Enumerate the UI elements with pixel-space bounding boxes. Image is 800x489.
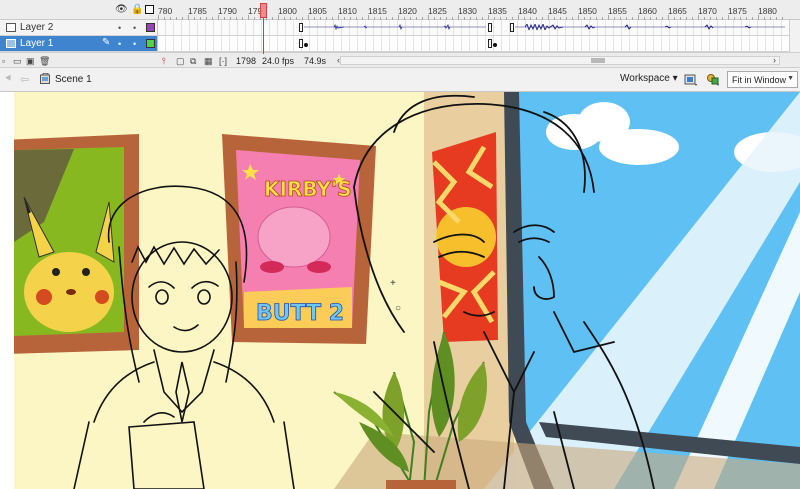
layer-name[interactable]: Layer 2 [20, 22, 53, 33]
ruler-label: 1810 [338, 6, 357, 16]
scroll-right-icon[interactable]: › [773, 55, 776, 65]
ruler-label: 1865 [668, 6, 687, 16]
visibility-dot[interactable]: • [118, 39, 121, 49]
lock-icon[interactable]: 🔒 [131, 5, 143, 15]
ruler-label: 1815 [368, 6, 387, 16]
forward-arrow-icon[interactable]: ⇦ [20, 73, 29, 86]
timeline-panel: 👁 🔒 780 1785 1790 1795 1800 1805 1810 1815 1820 1… [0, 0, 800, 68]
registration-point-icon: + [390, 278, 396, 289]
keyframe[interactable] [510, 23, 514, 32]
ruler-label: 1825 [428, 6, 447, 16]
pencil-icon: ✎ [102, 37, 111, 48]
visibility-dot[interactable]: • [118, 23, 121, 33]
poster-title-bottom: BUTT 2 [256, 301, 344, 326]
folder-icon[interactable]: ▣ [26, 56, 35, 67]
scrollbar-thumb[interactable] [591, 58, 605, 63]
ruler-label: 1800 [278, 6, 297, 16]
layer-name-cell[interactable]: Layer 1 ✎ • • [0, 36, 158, 51]
keyframe[interactable] [488, 23, 492, 32]
edit-symbols-icon[interactable] [706, 72, 720, 86]
timeline-ruler[interactable]: 👁 🔒 780 1785 1790 1795 1800 1805 1810 1815 1820 1… [0, 0, 800, 20]
layer-color-swatch[interactable] [146, 23, 155, 32]
keyframe[interactable] [488, 39, 492, 48]
ruler-label: 1835 [488, 6, 507, 16]
kirby-illustration [257, 206, 331, 268]
ruler-label: 1805 [308, 6, 327, 16]
layer-frames[interactable] [158, 36, 790, 51]
keyframe-dot[interactable] [493, 43, 497, 47]
stage-canvas[interactable]: KIRBY'S BUTT 2 + ○ [14, 92, 800, 489]
ruler-label: 1830 [458, 6, 477, 16]
edit-scene-icon[interactable] [684, 72, 698, 86]
playhead-icon[interactable]: ⫯ [162, 56, 166, 67]
chevron-down-icon: ▼ [787, 75, 794, 82]
current-frame: 1798 [236, 56, 257, 66]
eye-icon[interactable]: 👁 [115, 5, 128, 15]
layer-row-layer-2[interactable]: Layer 2 • • [0, 20, 800, 36]
ruler-ticks[interactable]: 780 1785 1790 1795 1800 1805 1810 1815 1820 1825 1… [158, 0, 790, 20]
edit-bar: ⯇ ⇦ Scene 1 Workspace ▾ Fit in Window ▼ [0, 68, 800, 92]
lock-dot[interactable]: • [133, 39, 136, 49]
keyframe-dot[interactable] [304, 43, 308, 47]
ruler-label: 1855 [608, 6, 627, 16]
onion-skin-icon[interactable]: ▢ [176, 56, 185, 67]
ruler-label: 1850 [578, 6, 597, 16]
ruler-label: 1875 [728, 6, 747, 16]
timeline-horizontal-scrollbar[interactable]: ‹ › [337, 55, 780, 65]
keyframe[interactable] [299, 39, 303, 48]
scene-label[interactable]: Scene 1 [55, 74, 92, 85]
elapsed-time: 74.9s [304, 56, 327, 66]
new-layer-icon[interactable]: ▫ [2, 56, 5, 66]
new-folder-icon[interactable]: ▭ [13, 56, 22, 67]
layer-color-swatch[interactable] [146, 39, 155, 48]
layer-name-cell[interactable]: Layer 2 • • [0, 20, 158, 35]
layer-icon [6, 39, 16, 48]
workspace-button[interactable]: Workspace ▾ [620, 73, 678, 84]
lock-dot[interactable]: • [133, 23, 136, 33]
edit-multiple-frames-icon[interactable]: ▦ [204, 56, 213, 67]
stage-artwork[interactable]: KIRBY'S BUTT 2 [14, 92, 800, 489]
ruler-label: 1880 [758, 6, 777, 16]
playhead-line [263, 18, 264, 54]
ruler-label: 1860 [638, 6, 657, 16]
stage-area[interactable]: KIRBY'S BUTT 2 + ○ [0, 92, 800, 489]
transform-point-icon: ○ [395, 303, 402, 314]
zoom-select[interactable]: Fit in Window ▼ [727, 71, 798, 88]
outline-square-icon[interactable] [145, 5, 154, 14]
onion-skin-outline-icon[interactable]: ⧉ [190, 56, 196, 67]
ruler-label: 780 [158, 6, 173, 16]
ruler-label: 1790 [218, 6, 237, 16]
timeline-footer: ▫ ▭ ▣ 🗑 ⫯ ▢ ⧉ ▦ [·] 1798 24.0 fps 74.9s … [0, 52, 800, 68]
ruler-label: 1840 [518, 6, 537, 16]
back-arrow-icon[interactable]: ⯇ [4, 73, 13, 86]
frame-rate[interactable]: 24.0 fps [262, 56, 294, 66]
ruler-label: 1870 [698, 6, 717, 16]
audio-waveform [304, 24, 486, 30]
modify-markers-icon[interactable]: [·] [219, 56, 227, 66]
ruler-label: 1785 [188, 6, 207, 16]
playhead[interactable] [260, 3, 267, 18]
layer-icon [6, 23, 16, 32]
ruler-label: 1845 [548, 6, 567, 16]
trash-icon[interactable]: 🗑 [39, 56, 50, 67]
keyframe[interactable] [299, 23, 303, 32]
scroll-left-icon[interactable]: ‹ [337, 55, 340, 65]
zoom-value: Fit in Window [732, 75, 787, 85]
layer-name[interactable]: Layer 1 [20, 38, 53, 49]
audio-waveform [515, 24, 785, 30]
layer-frames[interactable] [158, 20, 790, 35]
ruler-label: 1820 [398, 6, 417, 16]
scene-icon [40, 73, 50, 84]
layer-row-layer-1[interactable]: Layer 1 ✎ • • [0, 36, 800, 52]
timeline-vertical-scrollbar[interactable] [789, 20, 800, 52]
